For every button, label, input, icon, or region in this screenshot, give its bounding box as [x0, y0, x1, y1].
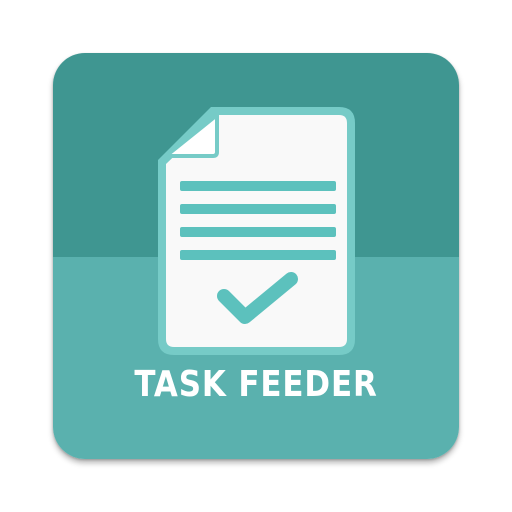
document-line — [180, 250, 336, 260]
document-line — [180, 227, 336, 237]
document-fold — [164, 113, 219, 158]
document-line — [180, 204, 336, 214]
document-line — [180, 181, 336, 191]
app-icon[interactable]: TASK FEEDER — [53, 53, 459, 459]
app-title: TASK FEEDER — [134, 364, 378, 405]
